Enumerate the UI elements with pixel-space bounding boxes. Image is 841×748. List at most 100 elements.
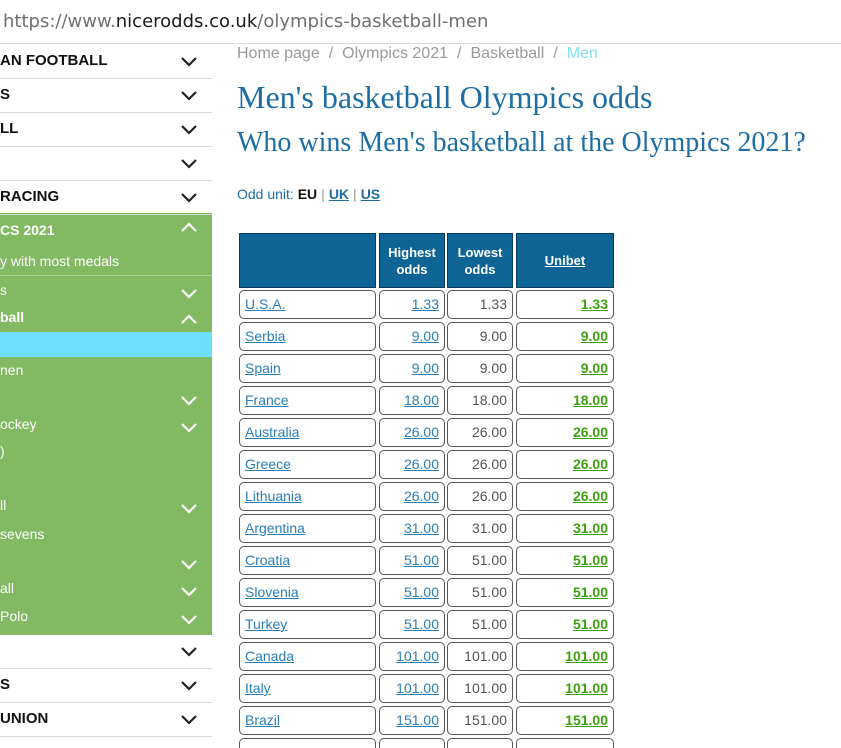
highest-odds-cell[interactable]: 101.00 bbox=[379, 642, 445, 671]
sidebar-subitem[interactable] bbox=[0, 386, 212, 412]
highest-odds-cell[interactable]: 51.00 bbox=[379, 578, 445, 607]
unibet-odds-cell[interactable]: 18.00 bbox=[516, 386, 614, 415]
unibet-odds-cell[interactable]: 51.00 bbox=[516, 546, 614, 575]
chevron-down-icon[interactable] bbox=[180, 421, 198, 433]
chevron-down-icon[interactable] bbox=[180, 157, 198, 169]
highest-odds-cell[interactable]: 18.00 bbox=[379, 386, 445, 415]
chevron-down-icon[interactable] bbox=[180, 502, 198, 514]
header-team bbox=[239, 233, 376, 288]
chevron-down-icon[interactable] bbox=[180, 89, 198, 101]
team-link[interactable]: Spain bbox=[239, 354, 376, 383]
header-unibet[interactable]: Unibet bbox=[516, 233, 614, 288]
sidebar-item[interactable]: LL bbox=[0, 113, 212, 147]
sidebar-item-olympics[interactable]: CS 2021 bbox=[0, 213, 212, 247]
url-prefix: https://www. bbox=[3, 11, 116, 32]
team-link[interactable]: Greece bbox=[239, 450, 376, 479]
sidebar-item[interactable] bbox=[0, 147, 212, 181]
team-link[interactable]: Argentina bbox=[239, 514, 376, 543]
chevron-down-icon[interactable] bbox=[180, 613, 198, 625]
chevron-down-icon[interactable] bbox=[180, 645, 198, 657]
unibet-odds-cell[interactable]: 9.00 bbox=[516, 322, 614, 351]
sidebar-item[interactable]: S bbox=[0, 79, 212, 113]
sidebar-subitem[interactable]: y with most medals bbox=[0, 250, 212, 276]
highest-odds-cell[interactable]: 51.00 bbox=[379, 546, 445, 575]
sidebar-item-label: AN FOOTBALL bbox=[0, 52, 108, 69]
unibet-odds-cell[interactable]: 31.00 bbox=[516, 514, 614, 543]
unibet-odds-cell[interactable]: 101.00 bbox=[516, 674, 614, 703]
lowest-odds-cell: 51.00 bbox=[447, 578, 513, 607]
team-link[interactable]: U.S.A. bbox=[239, 290, 376, 319]
team-link[interactable]: Lithuania bbox=[239, 482, 376, 511]
sidebar-item-label: LL bbox=[0, 120, 19, 137]
sidebar-subitem[interactable]: nen bbox=[0, 359, 212, 385]
sidebar-subitem[interactable]: ockey bbox=[0, 413, 212, 439]
team-link[interactable]: Brazil bbox=[239, 706, 376, 735]
sidebar-item[interactable] bbox=[0, 635, 212, 669]
highest-odds-cell[interactable]: 151.00 bbox=[379, 706, 445, 735]
team-link[interactable]: Turkey bbox=[239, 610, 376, 639]
sidebar-subitem-label: ball bbox=[0, 309, 25, 325]
sidebar-subitem[interactable] bbox=[0, 550, 212, 576]
chevron-up-icon[interactable] bbox=[180, 314, 198, 326]
chevron-down-icon[interactable] bbox=[180, 55, 198, 67]
odd-unit-eu[interactable]: EU bbox=[298, 186, 317, 202]
unibet-odds-cell[interactable]: 1.33 bbox=[516, 290, 614, 319]
highest-odds-cell[interactable]: 1.33 bbox=[379, 290, 445, 319]
team-link[interactable]: Serbia bbox=[239, 322, 376, 351]
unibet-odds-cell[interactable]: 101.00 bbox=[516, 642, 614, 671]
team-link[interactable]: Italy bbox=[239, 674, 376, 703]
chevron-up-icon[interactable] bbox=[180, 222, 198, 234]
url-text[interactable]: https://www.nicerodds.co.uk/olympics-bas… bbox=[3, 11, 488, 32]
highest-odds-cell[interactable]: 101.00 bbox=[379, 674, 445, 703]
chevron-down-icon[interactable] bbox=[180, 123, 198, 135]
chevron-down-icon[interactable] bbox=[180, 679, 198, 691]
page-title: Men's basketball Olympics odds bbox=[237, 79, 653, 115]
odd-unit-us[interactable]: US bbox=[361, 186, 380, 202]
header-lowest-odds: Lowest odds bbox=[447, 233, 513, 288]
highest-odds-cell[interactable]: 26.00 bbox=[379, 450, 445, 479]
chevron-down-icon[interactable] bbox=[180, 585, 198, 597]
odd-unit-uk[interactable]: UK bbox=[329, 186, 349, 202]
unibet-odds-cell[interactable]: 51.00 bbox=[516, 578, 614, 607]
unibet-odds-cell[interactable]: 151.00 bbox=[516, 706, 614, 735]
sidebar-subitem[interactable]: s bbox=[0, 279, 212, 305]
team-link[interactable]: Australia bbox=[239, 418, 376, 447]
sidebar-item[interactable]: RACING bbox=[0, 181, 212, 215]
chevron-down-icon[interactable] bbox=[180, 287, 198, 299]
breadcrumb-link[interactable]: Home page bbox=[237, 45, 320, 62]
sidebar-subitem[interactable]: all bbox=[0, 577, 212, 603]
url-path: /olympics-basketball-men bbox=[257, 11, 489, 32]
sidebar-item[interactable]: S bbox=[0, 669, 212, 703]
chevron-down-icon[interactable] bbox=[180, 191, 198, 203]
team-link[interactable]: Canada bbox=[239, 642, 376, 671]
chevron-down-icon[interactable] bbox=[180, 394, 198, 406]
sidebar-item[interactable]: UNION bbox=[0, 703, 212, 737]
team-link[interactable]: Slovenia bbox=[239, 578, 376, 607]
sidebar-subitem[interactable]: ll bbox=[0, 494, 212, 520]
sidebar-subitem[interactable]: ) bbox=[0, 440, 212, 466]
unibet-odds-cell[interactable]: 26.00 bbox=[516, 482, 614, 511]
chevron-down-icon[interactable] bbox=[180, 558, 198, 570]
unibet-odds-cell[interactable]: 9.00 bbox=[516, 354, 614, 383]
address-bar[interactable]: https://www.nicerodds.co.uk/olympics-bas… bbox=[0, 0, 841, 44]
team-link[interactable]: Croatia bbox=[239, 546, 376, 575]
lowest-odds-cell: 26.00 bbox=[447, 482, 513, 511]
chevron-down-icon[interactable] bbox=[180, 713, 198, 725]
highest-odds-cell[interactable]: 51.00 bbox=[379, 610, 445, 639]
highest-odds-cell[interactable]: 26.00 bbox=[379, 418, 445, 447]
unibet-odds-cell[interactable]: 26.00 bbox=[516, 418, 614, 447]
sidebar-subitem[interactable]: ball bbox=[0, 306, 212, 332]
breadcrumb-link[interactable]: Olympics 2021 bbox=[342, 45, 448, 62]
highest-odds-cell[interactable]: 31.00 bbox=[379, 514, 445, 543]
sidebar-subitem[interactable] bbox=[0, 332, 212, 358]
breadcrumb-link[interactable]: Basketball bbox=[470, 45, 544, 62]
highest-odds-cell[interactable]: 26.00 bbox=[379, 482, 445, 511]
sidebar-item[interactable]: AN FOOTBALL bbox=[0, 45, 212, 79]
team-link[interactable]: France bbox=[239, 386, 376, 415]
highest-odds-cell[interactable]: 9.00 bbox=[379, 322, 445, 351]
unibet-odds-cell[interactable]: 51.00 bbox=[516, 610, 614, 639]
highest-odds-cell[interactable]: 9.00 bbox=[379, 354, 445, 383]
unibet-odds-cell[interactable]: 26.00 bbox=[516, 450, 614, 479]
sidebar-subitem[interactable]: sevens bbox=[0, 523, 212, 549]
sidebar-subitem[interactable]: Polo bbox=[0, 605, 212, 631]
